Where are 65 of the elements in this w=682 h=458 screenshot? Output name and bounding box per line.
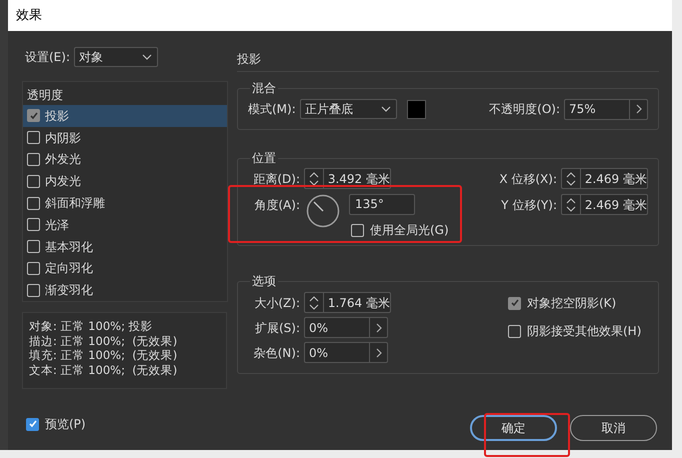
checkbox[interactable]	[27, 131, 40, 144]
input-field[interactable]: 0%	[304, 317, 388, 338]
checkbox[interactable]	[27, 284, 40, 297]
checkbox[interactable]	[27, 174, 40, 188]
list-header: 透明度	[26, 87, 64, 104]
field-label: 距离(D):	[252, 170, 300, 188]
angle-field[interactable]: 135°	[349, 194, 415, 215]
checkbox[interactable]	[27, 196, 40, 210]
checkbox[interactable]	[27, 152, 40, 166]
group-title: 混合	[250, 80, 278, 96]
input-field[interactable]: 75%	[564, 98, 648, 120]
checkbox-label: 阴影接受其他效果(H)	[527, 323, 642, 340]
chevron-down-icon	[142, 54, 152, 60]
checkbox[interactable]	[27, 262, 40, 275]
spinner-field[interactable]: 2.469 毫米	[561, 194, 648, 215]
dialog-button[interactable]: 确定	[470, 415, 557, 441]
color-swatch[interactable]	[406, 100, 426, 118]
list-item[interactable]: 光泽	[23, 214, 227, 236]
summary-line: 描边: 正常 100%; (无效果)	[29, 334, 178, 348]
checkbox[interactable]	[27, 109, 40, 122]
checkbox-label: 预览(P)	[45, 416, 86, 433]
check-icon	[28, 110, 38, 121]
dropdown[interactable]: 正片叠底	[300, 99, 397, 119]
checkbox[interactable]	[27, 218, 40, 232]
settings-label: 设置(E):	[25, 49, 70, 66]
field-label: 杂色(N):	[252, 344, 300, 362]
checkbox[interactable]	[27, 240, 40, 254]
summary-line: 文本: 正常 100%; (无效果)	[29, 362, 178, 377]
list-item[interactable]: 投影	[23, 105, 227, 127]
list-item[interactable]: 定向羽化	[23, 257, 227, 280]
chevron-down-icon	[380, 106, 391, 112]
input-field[interactable]: 0%	[304, 342, 388, 363]
list-item[interactable]: 内发光	[23, 170, 227, 192]
field-label: 大小(Z):	[253, 294, 300, 312]
summary-line: 对象: 正常 100%; 投影	[29, 319, 154, 334]
check-icon	[510, 298, 520, 308]
field-label: Y 位移(Y):	[501, 196, 557, 214]
dropdown[interactable]: 对象	[74, 47, 158, 67]
field-label: 角度(A):	[253, 197, 300, 214]
field-label: X 位移(X):	[499, 170, 557, 188]
spinner-field[interactable]: 3.492 毫米	[304, 168, 391, 189]
window-title: 效果	[16, 6, 42, 25]
list-item[interactable]: 内阴影	[23, 126, 227, 149]
checkbox[interactable]	[351, 224, 364, 236]
checkbox-label: 对象挖空阴影(K)	[527, 295, 616, 312]
list-item[interactable]: 斜面和浮雕	[23, 192, 227, 214]
spinner-field[interactable]: 1.764 毫米	[304, 292, 391, 313]
checkbox[interactable]	[26, 418, 39, 430]
group-title: 选项	[250, 273, 278, 289]
field-label: 扩展(S):	[254, 320, 300, 336]
list-item[interactable]: 渐变羽化	[23, 279, 227, 302]
checkbox[interactable]	[508, 296, 521, 310]
checkbox-label: 使用全局光(G)	[370, 222, 449, 239]
field-label: 模式(M):	[248, 101, 296, 118]
field-label: 不透明度(O):	[489, 101, 560, 118]
section-title: 投影	[237, 52, 261, 66]
spinner-field[interactable]: 2.469 毫米	[561, 168, 648, 189]
list-item[interactable]: 基本羽化	[23, 236, 227, 258]
angle-dial[interactable]	[306, 194, 340, 228]
check-icon	[28, 419, 38, 429]
checkbox[interactable]	[508, 324, 521, 338]
list-item[interactable]: 外发光	[23, 148, 227, 170]
summary-line: 填充: 正常 100%; (无效果)	[29, 348, 178, 362]
dialog-button[interactable]: 取消	[570, 415, 657, 441]
group-title: 位置	[250, 150, 278, 166]
